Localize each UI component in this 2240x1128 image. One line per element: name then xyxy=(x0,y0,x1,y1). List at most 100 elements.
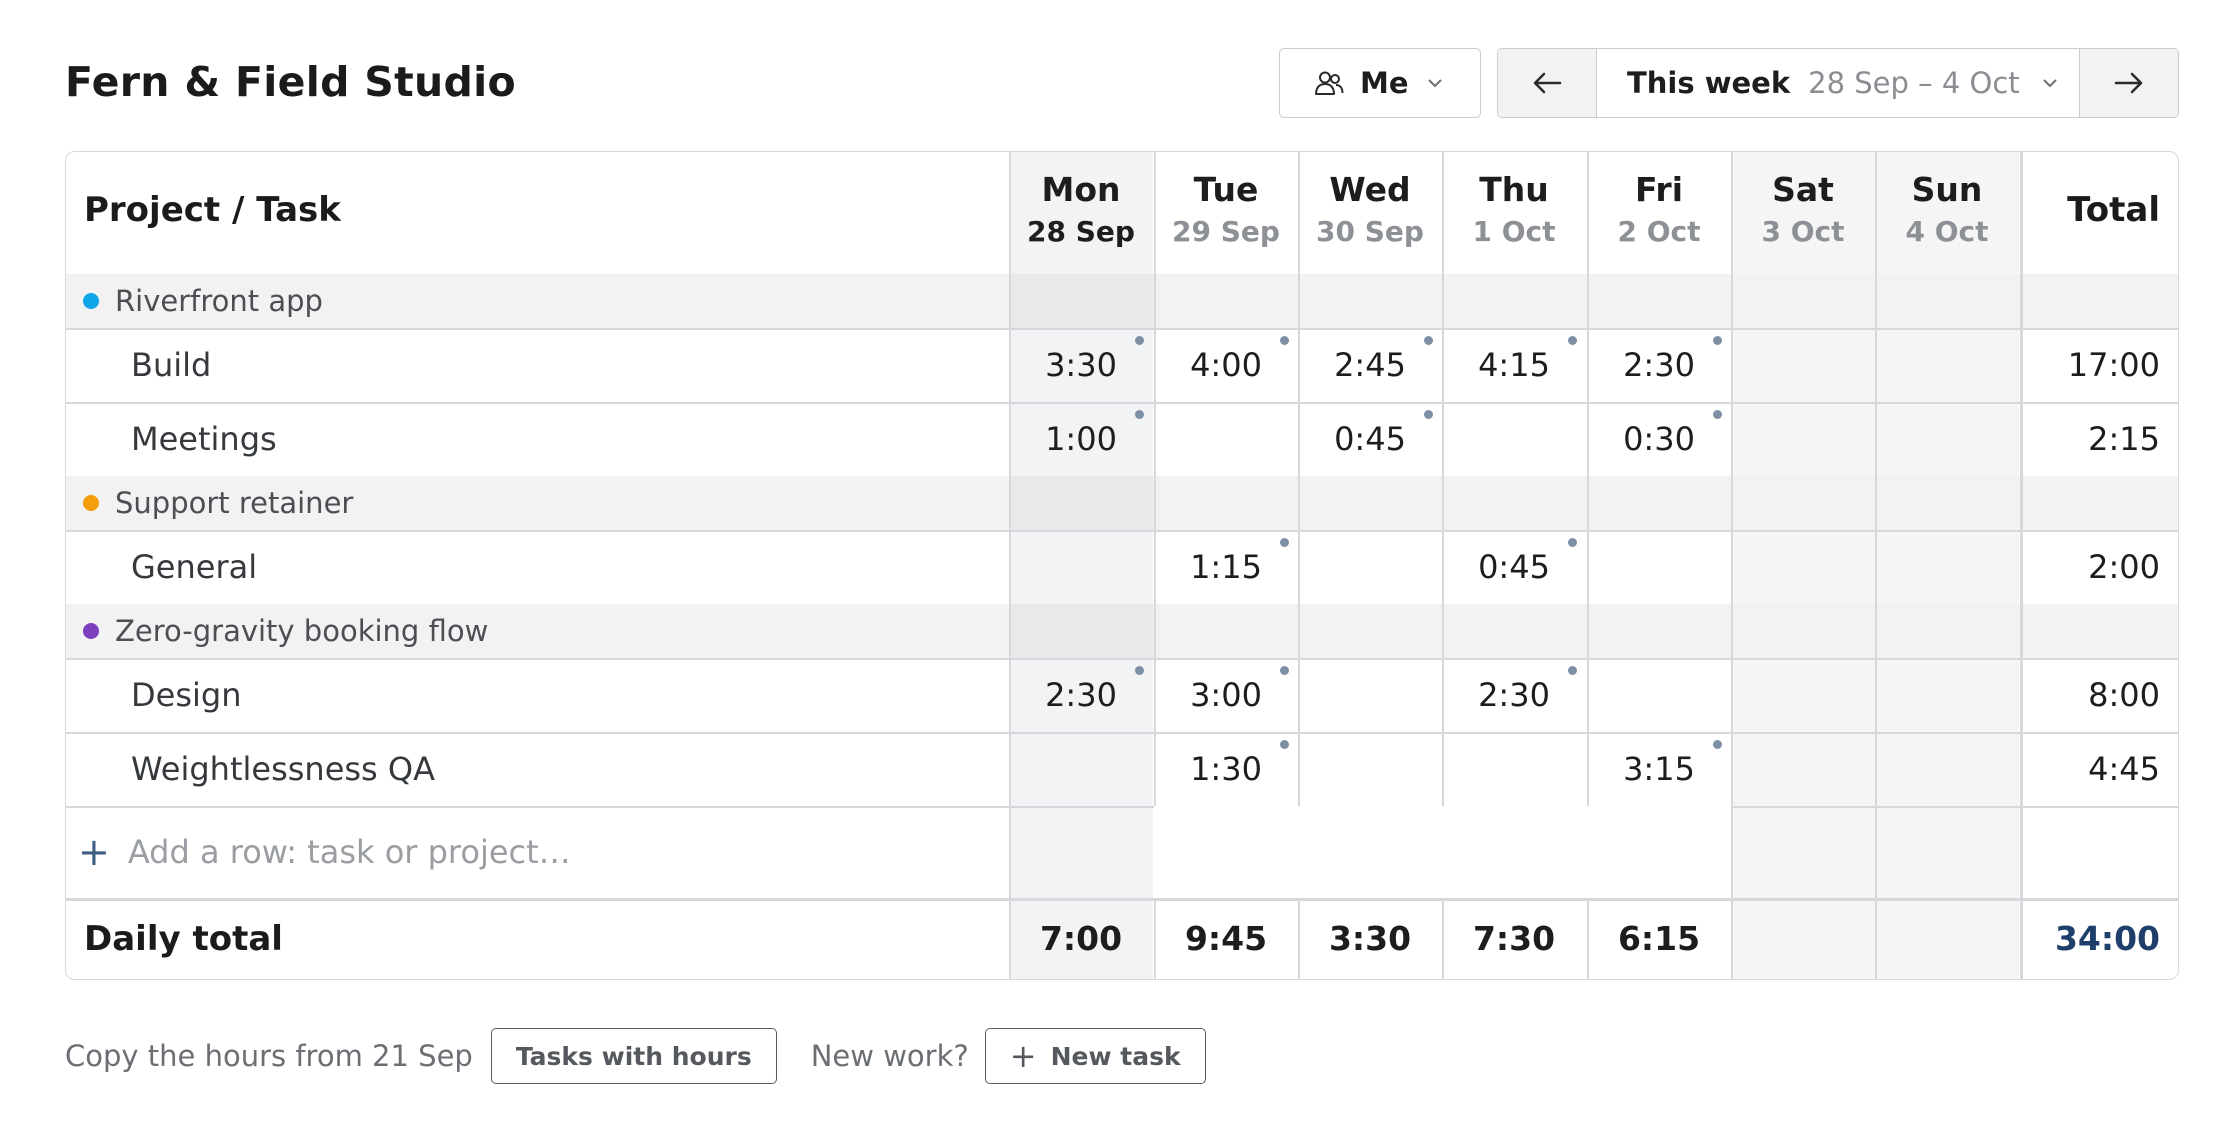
entry-note-dot xyxy=(1135,666,1144,675)
hours-cell[interactable] xyxy=(1298,658,1442,732)
new-task-button[interactable]: + New task xyxy=(984,1028,1206,1084)
hours-cell[interactable] xyxy=(1731,732,1875,806)
column-header-project-task: Project / Task xyxy=(84,190,341,230)
day-name: Sun xyxy=(1911,170,1983,209)
hours-cell[interactable] xyxy=(1442,732,1586,806)
today-band xyxy=(1009,476,1153,530)
hours-cell[interactable] xyxy=(1154,402,1298,476)
hours-cell[interactable] xyxy=(1442,402,1586,476)
chevron-down-icon xyxy=(1427,79,1442,88)
entry-note-dot xyxy=(1135,336,1144,345)
today-band xyxy=(1009,274,1153,328)
row-total: 2:15 xyxy=(2088,420,2160,458)
entry-note-dot xyxy=(1280,538,1289,547)
day-name: Mon xyxy=(1041,170,1121,209)
project-name: Zero-gravity booking flow xyxy=(115,614,489,648)
hours-cell[interactable] xyxy=(1731,658,1875,732)
next-week-button[interactable] xyxy=(2080,49,2178,117)
day-date: 28 Sep xyxy=(1027,215,1135,248)
column-header-sun: Sun 4 Oct xyxy=(1875,170,2019,248)
hours-cell[interactable]: 0:30 xyxy=(1587,402,1731,476)
person-filter-label: Me xyxy=(1360,66,1409,100)
hours-cell[interactable] xyxy=(1298,732,1442,806)
project-row: Support retainer xyxy=(66,476,2178,530)
copy-tasks-with-hours-button[interactable]: Tasks with hours xyxy=(490,1028,777,1084)
hours-cell[interactable]: 2:30 xyxy=(1009,658,1153,732)
entry-note-dot xyxy=(1713,740,1722,749)
daily-total-value xyxy=(1875,898,2019,979)
new-work-text: New work? xyxy=(810,1039,969,1073)
hours-cell[interactable]: 1:30 xyxy=(1154,732,1298,806)
hours-cell[interactable]: 0:45 xyxy=(1298,402,1442,476)
daily-total-value: 7:30 xyxy=(1472,919,1556,958)
arrow-right-icon xyxy=(2114,72,2143,94)
hours-cell[interactable] xyxy=(1875,658,2019,732)
add-row-band xyxy=(1154,806,1731,898)
hours-cell[interactable]: 3:15 xyxy=(1587,732,1731,806)
hours-cell[interactable]: 2:30 xyxy=(1587,328,1731,402)
day-date: 2 Oct xyxy=(1617,215,1701,248)
hours-cell[interactable] xyxy=(1731,402,1875,476)
task-name: Build xyxy=(131,346,212,384)
hours-cell[interactable] xyxy=(1731,328,1875,402)
project-name: Support retainer xyxy=(115,486,354,520)
row-total: 17:00 xyxy=(2067,346,2160,384)
people-icon xyxy=(1315,71,1344,95)
day-date: 4 Oct xyxy=(1905,215,1989,248)
hours-cell[interactable] xyxy=(1875,328,2019,402)
day-name: Thu xyxy=(1479,170,1549,209)
hours-cell[interactable] xyxy=(1875,732,2019,806)
hours-cell[interactable]: 1:15 xyxy=(1154,530,1298,604)
entry-note-dot xyxy=(1568,666,1577,675)
timesheet-grid: Project / Task Mon 28 Sep Tue 29 Sep Wed 30 Se… xyxy=(65,151,2179,980)
project-color-dot xyxy=(83,495,99,511)
column-header-tue: Tue 29 Sep xyxy=(1154,170,1298,248)
task-name: Meetings xyxy=(131,420,277,458)
hours-cell[interactable]: 4:00 xyxy=(1154,328,1298,402)
previous-week-button[interactable] xyxy=(1498,49,1596,117)
hours-cell[interactable] xyxy=(1875,530,2019,604)
hours-cell[interactable]: 0:45 xyxy=(1442,530,1586,604)
grand-total: 34:00 xyxy=(2054,919,2160,958)
hours-cell[interactable]: 2:30 xyxy=(1442,658,1586,732)
arrow-left-icon xyxy=(1533,72,1562,94)
hours-cell[interactable]: 3:00 xyxy=(1154,658,1298,732)
row-total: 8:00 xyxy=(2088,676,2160,714)
plus-icon: + xyxy=(1009,1037,1037,1075)
add-row-input[interactable]: + Add a row: task or project… xyxy=(78,806,571,898)
hours-cell[interactable]: 1:00 xyxy=(1009,402,1153,476)
day-name: Fri xyxy=(1634,170,1684,209)
person-filter-button[interactable]: Me xyxy=(1279,48,1481,118)
daily-total-value: 6:15 xyxy=(1617,919,1701,958)
entry-note-dot xyxy=(1713,336,1722,345)
project-color-dot xyxy=(83,293,99,309)
week-label: This week xyxy=(1627,66,1791,100)
hours-cell[interactable] xyxy=(1731,530,1875,604)
copy-button-label: Tasks with hours xyxy=(515,1041,752,1071)
hours-cell[interactable] xyxy=(1587,530,1731,604)
project-name: Riverfront app xyxy=(115,284,323,318)
hours-cell[interactable] xyxy=(1875,402,2019,476)
plus-icon: + xyxy=(78,830,110,874)
project-row: Zero-gravity booking flow xyxy=(66,604,2178,658)
day-date: 29 Sep xyxy=(1172,215,1280,248)
column-header-total: Total xyxy=(2067,190,2160,230)
new-task-label: New task xyxy=(1050,1041,1181,1071)
hours-cell[interactable] xyxy=(1009,732,1153,806)
daily-total-value: 9:45 xyxy=(1184,919,1268,958)
hours-cell[interactable]: 3:30 xyxy=(1009,328,1153,402)
hours-cell[interactable]: 4:15 xyxy=(1442,328,1586,402)
entry-note-dot xyxy=(1568,538,1577,547)
chevron-down-icon xyxy=(2042,79,2057,88)
hours-cell[interactable]: 2:45 xyxy=(1298,328,1442,402)
task-name: Weightlessness QA xyxy=(131,750,435,788)
entry-note-dot xyxy=(1713,410,1722,419)
hours-cell[interactable] xyxy=(1298,530,1442,604)
hours-cell[interactable] xyxy=(1587,658,1731,732)
hours-cell[interactable] xyxy=(1009,530,1153,604)
day-name: Wed xyxy=(1329,170,1411,209)
week-picker[interactable]: This week 28 Sep – 4 Oct xyxy=(1596,49,2080,117)
page-title: Fern & Field Studio xyxy=(65,58,516,106)
entry-note-dot xyxy=(1280,336,1289,345)
column-header-mon: Mon 28 Sep xyxy=(1009,170,1153,248)
